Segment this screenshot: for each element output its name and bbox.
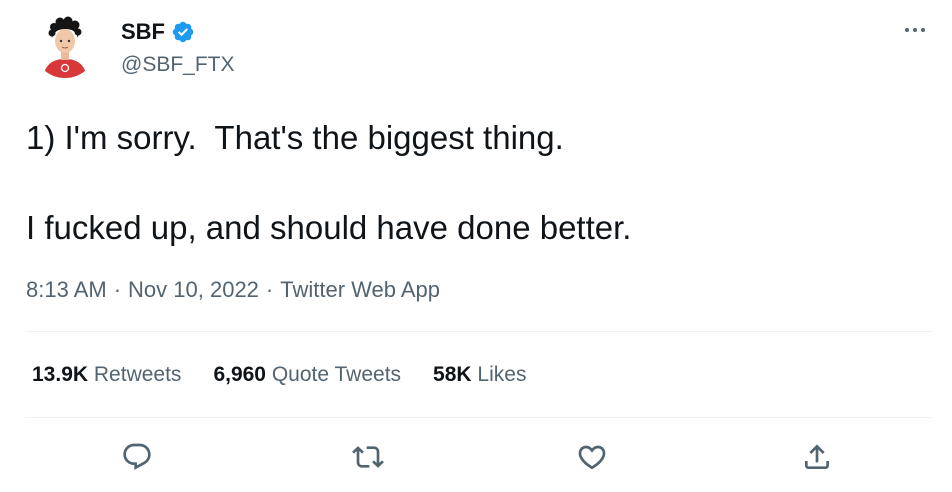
- likes-label: Likes: [477, 363, 527, 386]
- more-dot-icon: [921, 28, 925, 32]
- quote-tweets-label: Quote Tweets: [271, 363, 402, 386]
- retweets-count: 13.9K: [32, 363, 89, 386]
- tweet-date[interactable]: Nov 10, 2022: [128, 276, 259, 304]
- author-handle[interactable]: @SBF_FTX: [121, 52, 235, 78]
- tweet-card: SBF @SBF_FTX 1) I'm sorry. That's the bi…: [0, 0, 952, 492]
- reply-button[interactable]: [117, 437, 157, 477]
- likes-count: 58K: [433, 363, 472, 386]
- display-name[interactable]: SBF: [121, 18, 165, 46]
- avatar[interactable]: [33, 14, 97, 78]
- share-icon: [805, 444, 829, 469]
- tweet-line: 1) I'm sorry. That's the biggest thing.: [26, 119, 564, 156]
- tweet-stats: 13.9K Retweets 6,960 Quote Tweets 58K Li…: [32, 361, 526, 389]
- retweet-icon: [352, 446, 384, 468]
- verified-badge-icon: [172, 21, 194, 43]
- tweet-source[interactable]: Twitter Web App: [280, 276, 440, 304]
- tweet-meta: 8:13 AM · Nov 10, 2022 · Twitter Web App: [26, 276, 440, 304]
- more-dot-icon: [905, 28, 909, 32]
- author-name-row: SBF: [121, 18, 195, 46]
- quote-tweets-stat[interactable]: 6,960 Quote Tweets: [213, 361, 401, 389]
- likes-stat[interactable]: 58K Likes: [433, 361, 526, 389]
- meta-separator: ·: [265, 277, 274, 302]
- tweet-line: I fucked up, and should have done better…: [26, 209, 632, 246]
- retweet-button[interactable]: [348, 437, 388, 477]
- divider: [26, 417, 932, 418]
- tweet-actions: [0, 437, 952, 477]
- quote-tweets-count: 6,960: [213, 363, 266, 386]
- tweet-time[interactable]: 8:13 AM: [26, 276, 107, 304]
- more-options-button[interactable]: [900, 20, 930, 40]
- avatar-illustration: [33, 14, 97, 78]
- more-dot-icon: [913, 28, 917, 32]
- retweets-stat[interactable]: 13.9K Retweets: [32, 361, 181, 389]
- meta-separator: ·: [113, 277, 122, 302]
- divider: [26, 331, 932, 332]
- tweet-text: 1) I'm sorry. That's the biggest thing. …: [26, 116, 916, 250]
- share-button[interactable]: [797, 437, 837, 477]
- like-button[interactable]: [572, 437, 612, 477]
- heart-icon: [578, 445, 606, 470]
- retweets-label: Retweets: [93, 363, 182, 386]
- reply-icon: [123, 443, 151, 470]
